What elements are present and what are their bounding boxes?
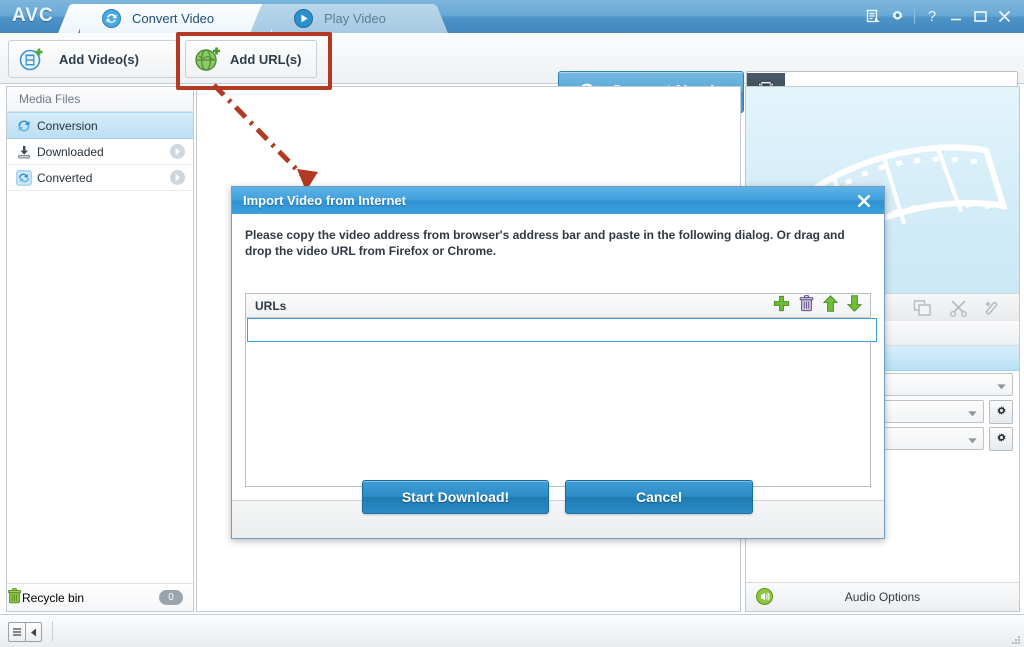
- collapse-left-icon[interactable]: [26, 623, 42, 641]
- start-download-button[interactable]: Start Download!: [362, 480, 549, 514]
- status-bar: Upgrade f Like: [0, 614, 1024, 647]
- add-video-icon: [19, 47, 45, 74]
- window-controls: ?: [861, 4, 1016, 28]
- status-divider: [52, 621, 53, 641]
- recycle-bin-label: Recycle bin: [22, 590, 85, 605]
- tab-play-video-label: Play Video: [324, 11, 386, 26]
- urls-list-header: URLs: [246, 294, 870, 318]
- help-icon[interactable]: ?: [920, 4, 944, 28]
- recycle-bin-item[interactable]: Recycle bin 0: [7, 583, 193, 611]
- add-urls-label: Add URL(s): [230, 51, 302, 67]
- app-logo: AVC: [12, 5, 54, 26]
- chevron-down-icon: [968, 435, 977, 447]
- urls-actions: [773, 295, 863, 315]
- trash-icon: [7, 588, 22, 607]
- add-videos-label: Add Video(s): [59, 51, 139, 67]
- sidebar-item-label: Downloaded: [37, 144, 104, 159]
- add-videos-button[interactable]: Add Video(s): [8, 40, 177, 78]
- sidebar-item-converted[interactable]: Converted: [7, 165, 193, 191]
- move-down-icon[interactable]: [846, 295, 863, 315]
- dialog-description: Please copy the video address from brows…: [245, 228, 845, 258]
- minimize-icon[interactable]: [944, 4, 968, 28]
- speaker-icon: [756, 588, 773, 608]
- wand-icon[interactable]: [977, 295, 1013, 321]
- list-icon[interactable]: [9, 623, 26, 641]
- url-input[interactable]: [247, 318, 877, 342]
- list-view-toggle[interactable]: [8, 622, 42, 642]
- dialog-title: Import Video from Internet: [243, 193, 406, 208]
- crop-icon[interactable]: [905, 295, 941, 321]
- main-toolbar: Add Video(s) Add URL(s) C: [0, 33, 1024, 113]
- chevron-down-icon: [968, 408, 977, 420]
- close-icon[interactable]: [992, 4, 1016, 28]
- chevron-right-icon[interactable]: [170, 144, 185, 159]
- add-url-icon[interactable]: [773, 295, 790, 315]
- maximize-icon[interactable]: [968, 4, 992, 28]
- urls-list-box: URLs: [245, 293, 877, 487]
- sidebar-item-label: Converted: [37, 170, 93, 185]
- audio-options-bar[interactable]: Audio Options: [746, 582, 1019, 611]
- urls-column-header: URLs: [255, 298, 287, 313]
- import-video-dialog: Import Video from Internet Please copy t…: [231, 186, 885, 539]
- sidebar-header: Media Files: [7, 87, 193, 112]
- play-icon: [294, 9, 313, 28]
- conversion-icon: [11, 118, 37, 134]
- add-url-globe-icon: [194, 46, 222, 75]
- title-bar: AVC Convert Video Play Video ?: [0, 0, 1024, 34]
- cancel-button[interactable]: Cancel: [565, 480, 753, 514]
- tab-play-video[interactable]: Play Video: [272, 4, 426, 33]
- recycle-bin-count: 0: [159, 590, 183, 605]
- sidebar-item-label: Conversion: [37, 118, 98, 133]
- sidebar-item-downloaded[interactable]: Downloaded: [7, 139, 193, 165]
- help-glyph: ?: [927, 7, 937, 25]
- media-files-sidebar: Media Files Conversion Downloaded Conver…: [6, 86, 194, 612]
- dialog-footer: Start Download! Cancel: [232, 480, 884, 538]
- dialog-body: Please copy the video address from brows…: [232, 214, 884, 500]
- add-urls-button[interactable]: Add URL(s): [185, 40, 317, 78]
- tab-convert-video-label: Convert Video: [132, 11, 215, 26]
- dialog-title-bar: Import Video from Internet: [232, 187, 884, 215]
- download-icon: [11, 144, 37, 160]
- notes-icon[interactable]: [861, 4, 885, 28]
- scissors-icon[interactable]: [941, 295, 977, 321]
- divider: [914, 8, 915, 24]
- close-icon[interactable]: [854, 191, 874, 211]
- delete-url-icon[interactable]: [799, 295, 814, 315]
- resize-grip[interactable]: [1009, 634, 1021, 646]
- settings-gear-button-3[interactable]: [989, 426, 1013, 451]
- chevron-right-icon[interactable]: [170, 170, 185, 185]
- tab-convert-video[interactable]: Convert Video: [80, 4, 255, 33]
- move-up-icon[interactable]: [822, 295, 839, 315]
- chevron-down-icon: [997, 381, 1006, 393]
- audio-options-label: Audio Options: [844, 590, 921, 604]
- settings-gear-button-2[interactable]: [989, 399, 1013, 424]
- gear-icon[interactable]: [885, 4, 909, 28]
- application-window: AVC Convert Video Play Video ? Add Video…: [0, 0, 1024, 647]
- sidebar-item-conversion[interactable]: Conversion: [7, 112, 193, 139]
- converted-icon: [11, 169, 37, 186]
- convert-icon: [102, 9, 121, 28]
